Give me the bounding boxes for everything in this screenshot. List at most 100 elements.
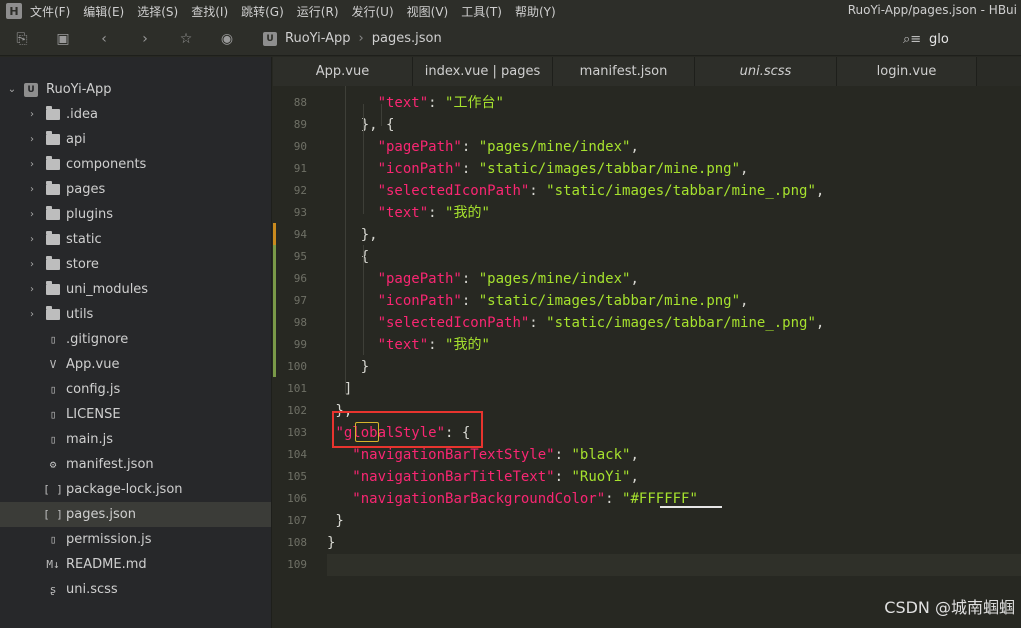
tree-folder[interactable]: › components — [0, 152, 271, 177]
chevron-right-icon[interactable]: › — [26, 309, 38, 320]
tree-root[interactable]: ⌄ U RuoYi-App — [0, 77, 271, 102]
code-line[interactable]: "navigationBarBackgroundColor": "#FFFFFF… — [327, 488, 698, 510]
chevron-right-icon[interactable]: › — [26, 134, 38, 145]
line-number: 98 — [293, 316, 307, 329]
code-line[interactable]: "text": "工作台" — [327, 92, 504, 114]
json-string: "pages/mine/index" — [478, 271, 631, 287]
chevron-right-icon[interactable]: › — [26, 284, 38, 295]
tree-file[interactable]: ▯ permission.js — [0, 527, 271, 552]
tree-file[interactable]: [ ] pages.json — [0, 502, 271, 527]
tab-bar: App.vue index.vue | pages manifest.json uni… — [273, 57, 1021, 86]
tab[interactable]: login.vue — [837, 57, 977, 86]
save-icon[interactable]: ▣ — [55, 31, 71, 47]
tree-file[interactable]: ▯ config.js — [0, 377, 271, 402]
breadcrumb-project[interactable]: RuoYi-App — [285, 31, 351, 46]
json-string: "static/images/tabbar/mine.png" — [478, 293, 741, 309]
json-key: "navigationBarTextStyle" — [352, 447, 555, 463]
line-number: 102 — [287, 404, 307, 417]
tree-file[interactable]: ▯ LICENSE — [0, 402, 271, 427]
tree-folder[interactable]: › plugins — [0, 202, 271, 227]
menu-item[interactable]: 视图(V) — [407, 3, 449, 20]
code-line[interactable]: "text": "我的" — [327, 334, 490, 356]
tree-file[interactable]: ▯ .gitignore — [0, 327, 271, 352]
menu-item[interactable]: 查找(I) — [191, 3, 228, 20]
code-line[interactable]: "pagePath": "pages/mine/index", — [327, 268, 639, 290]
code-line[interactable]: "text": "我的" — [327, 202, 490, 224]
menu-item[interactable]: 编辑(E) — [83, 3, 124, 20]
menu-item[interactable]: 工具(T) — [461, 3, 502, 20]
chevron-right-icon[interactable]: › — [26, 159, 38, 170]
back-icon[interactable]: ‹ — [96, 31, 112, 47]
menu-item[interactable]: 运行(R) — [297, 3, 339, 20]
code-editor[interactable]: 88 89 90 91 92 93 94 95 96 97 98 99 100 101 102 103 104 1… — [273, 86, 1021, 628]
code-line[interactable]: } — [327, 356, 369, 378]
tree-file[interactable]: ▯ main.js — [0, 427, 271, 452]
line-number: 90 — [293, 140, 307, 153]
menu-item[interactable]: 帮助(Y) — [515, 3, 556, 20]
tab[interactable]: App.vue — [273, 57, 413, 86]
tree-file[interactable]: V App.vue — [0, 352, 271, 377]
code-line[interactable]: "selectedIconPath": "static/images/tabba… — [327, 312, 825, 334]
new-file-icon[interactable]: ⎘ — [14, 31, 30, 47]
breadcrumb-file[interactable]: pages.json — [372, 31, 442, 46]
code-line[interactable]: }, { — [327, 114, 395, 136]
star-icon[interactable]: ☆ — [178, 31, 194, 47]
tab[interactable]: index.vue | pages — [413, 57, 553, 86]
chevron-right-icon[interactable]: › — [26, 259, 38, 270]
run-icon[interactable]: ◉ — [219, 31, 235, 47]
code-line[interactable]: "iconPath": "static/images/tabbar/mine.p… — [327, 158, 749, 180]
line-number: 100 — [287, 360, 307, 373]
tree-folder[interactable]: › uni_modules — [0, 277, 271, 302]
file-icon: ▯ — [49, 533, 57, 546]
folder-icon — [46, 131, 60, 145]
tree-file[interactable]: ⚙ manifest.json — [0, 452, 271, 477]
code-line[interactable]: "selectedIconPath": "static/images/tabba… — [327, 180, 825, 202]
search-box[interactable]: ⌕≡ glo — [903, 28, 1021, 50]
code-line[interactable]: }, — [327, 224, 378, 246]
tree-folder[interactable]: › utils — [0, 302, 271, 327]
tree-folder[interactable]: › static — [0, 227, 271, 252]
line-number: 105 — [287, 470, 307, 483]
menu-item[interactable]: 发行(U) — [352, 3, 394, 20]
line-gutter: 88 89 90 91 92 93 94 95 96 97 98 99 100 101 102 103 104 1… — [273, 86, 313, 628]
code-text: , — [740, 161, 749, 177]
tree-folder[interactable]: › store — [0, 252, 271, 277]
chevron-right-icon[interactable]: › — [26, 209, 38, 220]
json-key: "text" — [377, 95, 429, 111]
tree-file[interactable]: [ ] package-lock.json — [0, 477, 271, 502]
json-key: "iconPath" — [377, 293, 462, 309]
chevron-right-icon[interactable]: › — [26, 234, 38, 245]
tree-item-label: permission.js — [66, 532, 152, 547]
code-line[interactable]: "iconPath": "static/images/tabbar/mine.p… — [327, 290, 749, 312]
code-text: , — [630, 469, 639, 485]
tree-file[interactable]: M↓ README.md — [0, 552, 271, 577]
chevron-down-icon[interactable]: ⌄ — [6, 84, 18, 95]
code-line[interactable]: "navigationBarTitleText": "RuoYi", — [327, 466, 639, 488]
line-number: 104 — [287, 448, 307, 461]
tree-file[interactable]: ʂ uni.scss — [0, 577, 271, 602]
code-text: } — [327, 535, 336, 551]
code-line[interactable]: } — [327, 532, 335, 554]
tab[interactable]: uni.scss — [695, 57, 837, 86]
tree-item-label: utils — [66, 307, 94, 322]
menu-item[interactable]: 文件(F) — [30, 3, 70, 20]
tree-folder[interactable]: › api — [0, 127, 271, 152]
menu-item[interactable]: 选择(S) — [137, 3, 178, 20]
tree-folder[interactable]: › .idea — [0, 102, 271, 127]
menu-item[interactable]: 跳转(G) — [241, 3, 284, 20]
code-line[interactable]: "pagePath": "pages/mine/index", — [327, 136, 639, 158]
chevron-right-icon: › — [358, 31, 364, 46]
chevron-right-icon[interactable]: › — [26, 184, 38, 195]
tab[interactable]: manifest.json — [553, 57, 695, 86]
forward-icon[interactable]: › — [137, 31, 153, 47]
search-input[interactable]: glo — [929, 32, 949, 47]
code-line[interactable]: } — [327, 510, 343, 532]
code-line[interactable]: ] — [327, 378, 352, 400]
chevron-right-icon[interactable]: › — [26, 109, 38, 120]
tree-folder[interactable]: › pages — [0, 177, 271, 202]
folder-icon — [46, 231, 60, 245]
code-text: : — [428, 205, 437, 221]
